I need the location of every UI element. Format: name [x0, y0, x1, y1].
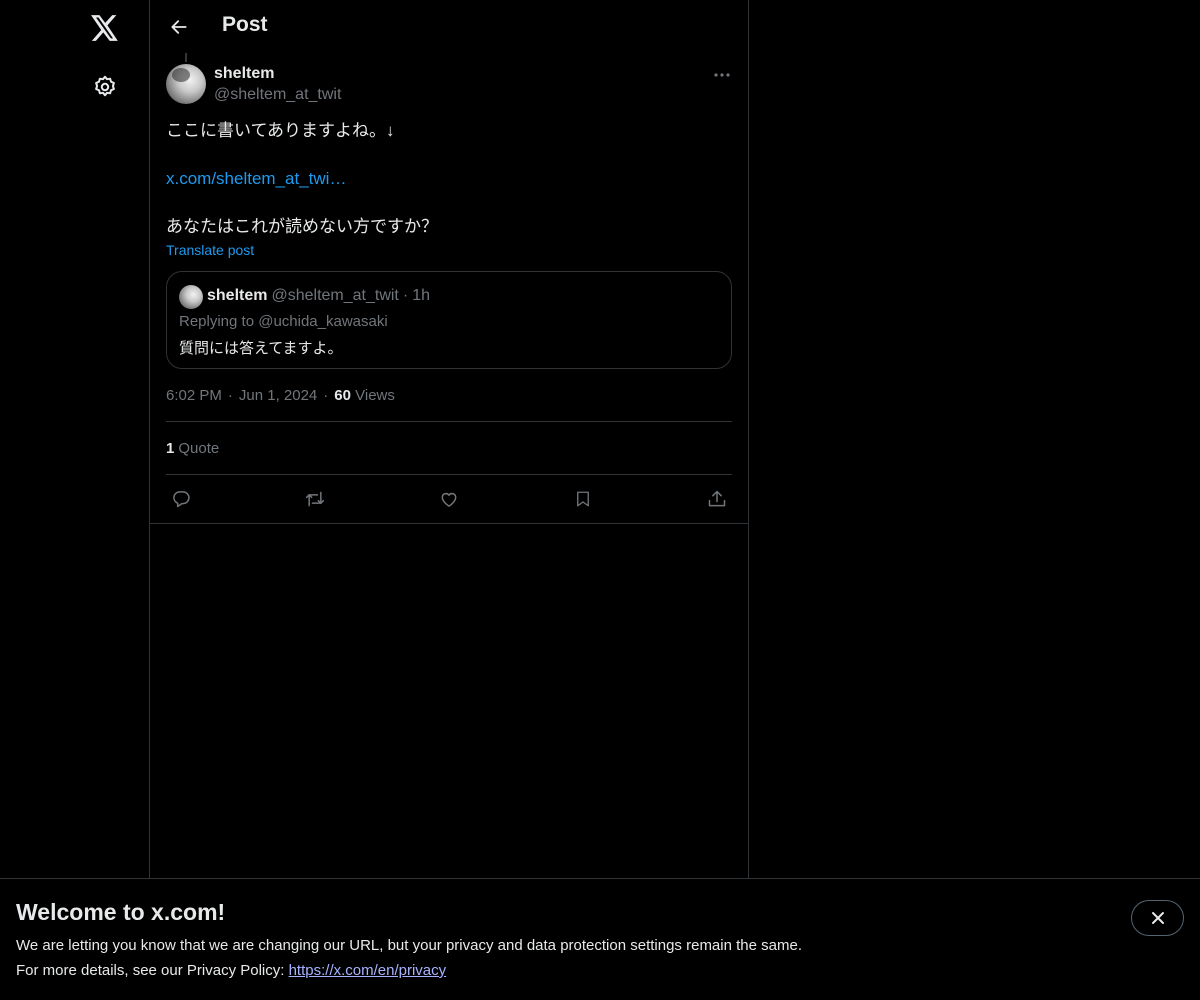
close-icon	[1151, 912, 1164, 924]
banner-privacy-prefix: For more details, see our Privacy Policy…	[16, 962, 289, 979]
quotes-count: 1	[166, 440, 175, 457]
privacy-policy-link[interactable]: https://x.com/en/privacy	[289, 962, 447, 979]
views-label: Views	[355, 387, 395, 404]
quoted-post-text: 質問には答えてますよ。	[179, 340, 343, 357]
thread-line	[185, 53, 187, 62]
gear-icon[interactable]	[85, 67, 125, 107]
separator-dot: ·	[227, 387, 233, 404]
reply-icon[interactable]	[166, 485, 196, 513]
author-handle[interactable]: @sheltem_at_twit	[214, 86, 341, 104]
bookmark-icon[interactable]	[568, 485, 598, 513]
quoted-post[interactable]: sheltem @sheltem_at_twit · 1h Replying to @…	[166, 271, 732, 369]
page-header: Post	[150, 0, 748, 53]
quoted-post-header: sheltem @sheltem_at_twit · 1h	[207, 287, 430, 305]
banner-message: We are letting you know that we are chan…	[16, 937, 802, 954]
post-text-line: あなたはこれが読めない方ですか？	[166, 217, 438, 236]
more-options-icon[interactable]	[710, 65, 734, 85]
like-icon[interactable]	[434, 485, 464, 513]
post-metadata: 6:02 PM · Jun 1, 2024 · 60 Views	[166, 387, 395, 404]
avatar[interactable]	[166, 64, 206, 104]
page-title: Post	[222, 13, 268, 36]
translate-post-link[interactable]: Translate post	[166, 242, 254, 258]
post-text-line: ここに書いてありますよね。↓	[166, 121, 395, 140]
post-actions	[150, 485, 748, 513]
quoted-post-time: 1h	[412, 287, 430, 304]
separator-dot: ·	[323, 387, 329, 404]
quoted-author-name: sheltem	[207, 287, 268, 304]
close-button[interactable]	[1131, 900, 1184, 936]
post-time[interactable]: 6:02 PM	[166, 387, 222, 404]
post: sheltem @sheltem_at_twit ここに書いてありますよね。↓ …	[150, 53, 748, 524]
separator-dot: ·	[402, 287, 409, 304]
quoted-replying-to: Replying to @uchida_kawasaki	[179, 313, 388, 330]
divider	[166, 474, 732, 475]
author-name[interactable]: sheltem	[214, 65, 274, 83]
main-column: Post sheltem @sheltem_at_twit ここに書いてあります…	[149, 0, 749, 1000]
repost-icon[interactable]	[300, 485, 330, 513]
quoted-avatar	[179, 285, 203, 309]
left-navigation	[0, 0, 150, 1000]
divider	[166, 421, 732, 422]
post-link[interactable]: x.com/sheltem_at_twi…	[166, 167, 346, 191]
share-icon[interactable]	[702, 485, 732, 513]
quotes-label: Quote	[178, 440, 220, 457]
banner-privacy-line: For more details, see our Privacy Policy…	[16, 962, 446, 979]
quotes-count-link[interactable]: 1 Quote	[166, 440, 219, 457]
back-arrow-icon[interactable]	[162, 10, 196, 44]
post-date[interactable]: Jun 1, 2024	[239, 387, 317, 404]
views-count: 60	[334, 387, 351, 404]
banner-title: Welcome to x.com!	[16, 899, 226, 925]
quoted-author-handle: @sheltem_at_twit	[271, 287, 399, 304]
welcome-banner: Welcome to x.com! We are letting you kno…	[0, 878, 1200, 1000]
x-logo-icon[interactable]	[85, 8, 125, 48]
